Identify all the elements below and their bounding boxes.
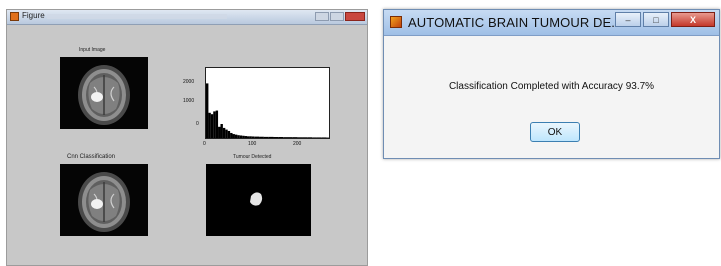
histogram-bar — [268, 136, 274, 138]
histogram-bar — [234, 134, 238, 138]
minimize-icon[interactable]: – — [615, 12, 641, 27]
histogram-bar — [218, 126, 221, 138]
x-tick-label: 200 — [293, 141, 302, 147]
histogram-bar — [251, 136, 255, 138]
histogram-bar — [297, 137, 303, 138]
y-tick-label: 2000 — [183, 79, 195, 85]
figure-title: Figure — [22, 11, 45, 20]
cnn-classification-caption: Cnn Classification — [67, 154, 116, 160]
histogram-bar — [237, 135, 240, 138]
minimize-icon[interactable] — [315, 12, 329, 21]
maximize-icon[interactable] — [330, 12, 344, 21]
histogram-bar — [283, 137, 288, 138]
accuracy-dialog: AUTOMATIC BRAIN TUMOUR DE... – □ X Class… — [383, 9, 720, 159]
figure-window-controls — [315, 12, 365, 22]
histogram-bar — [215, 110, 219, 138]
histogram-bar — [225, 129, 228, 138]
histogram-bar — [220, 124, 223, 138]
x-tick-label: 100 — [248, 141, 257, 147]
histogram-bar — [312, 137, 317, 138]
maximize-icon[interactable]: □ — [643, 12, 669, 27]
close-icon[interactable] — [345, 12, 365, 21]
figure-app-icon — [10, 12, 19, 21]
matlab-icon — [390, 16, 402, 28]
histogram-bar — [249, 136, 252, 138]
histogram-bar — [213, 111, 216, 138]
histogram-bar — [307, 137, 313, 138]
tumour-mask-image — [206, 164, 311, 236]
x-tick-label: 0 — [203, 141, 206, 147]
dialog-window-controls: – □ X — [615, 12, 715, 27]
y-tick-label: 1000 — [183, 98, 195, 104]
dialog-title: AUTOMATIC BRAIN TUMOUR DE... — [408, 15, 623, 30]
histogram-bar — [242, 135, 245, 138]
histogram-bar — [247, 136, 250, 138]
histogram-bar — [273, 137, 279, 138]
histogram-bar — [278, 137, 284, 138]
histogram-bar — [254, 136, 260, 138]
histogram-bar — [259, 136, 264, 138]
histogram-bar — [316, 137, 322, 138]
classification-mri-image — [60, 164, 148, 236]
histogram-bar — [302, 137, 308, 138]
histogram-bar — [288, 137, 293, 138]
histogram-bar — [227, 131, 231, 138]
tumour-detected-caption: Tumour Detected — [233, 154, 272, 160]
figure-titlebar[interactable]: Figure — [7, 10, 367, 25]
histogram-bar — [206, 83, 209, 138]
figure-window: Figure Input Image 2000 1000 0 0 100 200… — [6, 9, 368, 266]
ok-button[interactable]: OK — [530, 122, 580, 142]
histogram-bar — [232, 134, 235, 138]
histogram-bar — [292, 137, 298, 138]
dialog-titlebar[interactable]: AUTOMATIC BRAIN TUMOUR DE... – □ X — [384, 10, 719, 36]
input-mri-image — [60, 57, 148, 129]
histogram-bar — [222, 127, 226, 138]
histogram-bar — [230, 132, 233, 138]
histogram-bar — [210, 114, 214, 138]
input-image-caption: Input Image — [79, 47, 106, 53]
histogram-bar — [239, 135, 243, 138]
histogram-bar — [244, 136, 247, 138]
y-tick-label: 0 — [196, 121, 199, 127]
figure-title-blur — [47, 14, 227, 19]
histogram-bar — [321, 137, 327, 138]
histogram-bar — [208, 112, 211, 138]
histogram-bar — [263, 136, 269, 138]
histogram-axes — [205, 67, 330, 139]
accuracy-message: Classification Completed with Accuracy 9… — [448, 81, 655, 92]
close-icon[interactable]: X — [671, 12, 715, 27]
